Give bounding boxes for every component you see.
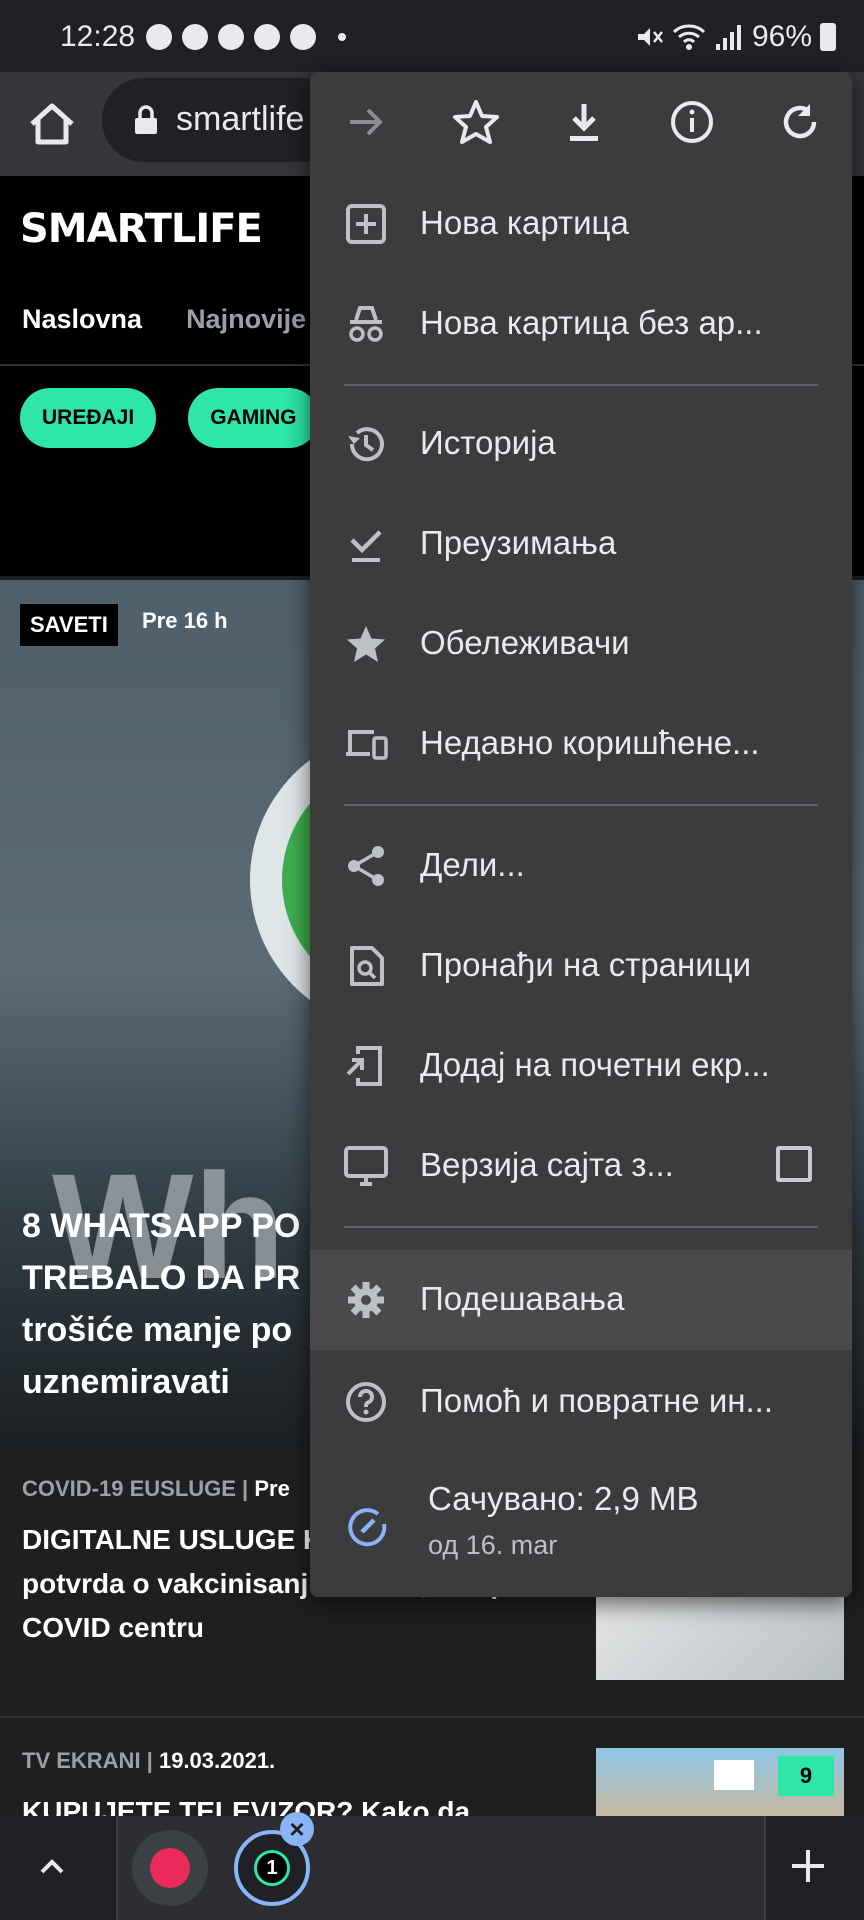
menu-divider [344, 1226, 818, 1228]
share-icon [348, 846, 384, 886]
status-time: 12:28 [60, 20, 136, 53]
site-logo[interactable]: SMARTLIFE [20, 206, 263, 252]
gallery-count: 9 [778, 1756, 834, 1796]
url-text: smartlife [176, 100, 305, 138]
find-in-page-icon [350, 946, 384, 986]
menu-item-label: Верзија сајта з... [420, 1146, 674, 1183]
refresh-icon[interactable] [774, 96, 826, 148]
menu-item-recent-tabs[interactable]: Недавно коришћене... [310, 694, 852, 794]
battery-icon [820, 23, 836, 51]
downloads-icon [350, 530, 382, 562]
more-notifications-icon [338, 33, 346, 41]
category-badge[interactable]: SAVETI [20, 604, 118, 646]
overflow-menu: Нова картица Нова картица без ар... Исто… [310, 72, 852, 1597]
desktop-site-checkbox[interactable] [776, 1146, 812, 1182]
menu-item-label: Помоћ и повратне ин... [420, 1382, 773, 1419]
category-pills: UREĐAJI GAMING [20, 388, 319, 448]
chrome-icon [182, 24, 208, 50]
site-favicon-icon [150, 1848, 190, 1888]
menu-item-label: Подешавања [420, 1280, 625, 1317]
desktop-icon [344, 1146, 388, 1186]
menu-item-incognito-tab[interactable]: Нова картица без ар... [310, 274, 852, 374]
menu-item-settings[interactable]: Подешавања [310, 1250, 852, 1350]
history-icon [348, 427, 384, 462]
help-icon [346, 1382, 386, 1422]
menu-item-label: Обележивачи [420, 624, 630, 661]
chrome-icon [290, 24, 316, 50]
signal-icon [715, 25, 741, 50]
home-icon[interactable] [22, 94, 82, 154]
tab-strip: 1 × [116, 1812, 766, 1920]
article-meta: COVID-19 EUSLUGE | Pre [22, 1476, 290, 1501]
forward-icon[interactable] [340, 96, 392, 148]
notification-icons [146, 24, 346, 50]
menu-item-label: Пронађи на страници [420, 946, 752, 983]
system-status: 96% [634, 20, 836, 54]
download-icon[interactable] [558, 96, 610, 148]
article-thumbnail[interactable]: 9 [596, 1748, 844, 1816]
chrome-icon [218, 24, 244, 50]
menu-item-label: Историја [420, 424, 556, 461]
new-tab-icon [346, 204, 386, 244]
battery-percent: 96% [751, 20, 812, 53]
star-icon[interactable] [450, 96, 502, 148]
devices-icon [346, 730, 388, 760]
bottom-tab-bar: 1 × [0, 1812, 864, 1920]
bookmark-star-icon [347, 626, 385, 662]
menu-item-label: Додај на почетни екр... [420, 1046, 770, 1083]
mute-icon [637, 28, 663, 46]
article-category[interactable]: TV EKRANI [22, 1748, 141, 1773]
pill-gaming[interactable]: GAMING [188, 388, 319, 448]
menu-item-label: Нова картица без ар... [420, 304, 763, 341]
tab-favicon[interactable] [132, 1830, 208, 1906]
menu-divider [344, 384, 818, 386]
menu-item-label: Преузимања [420, 524, 617, 561]
menu-item-label: Недавно коришћене... [420, 724, 760, 761]
menu-item-help[interactable]: Помоћ и повратне ин... [310, 1352, 852, 1452]
hero-time: Pre 16 h [142, 608, 228, 633]
article-date: 19.03.2021. [158, 1748, 276, 1773]
gear-icon [348, 1282, 384, 1318]
incognito-icon [349, 306, 383, 342]
info-icon[interactable] [666, 96, 718, 148]
camera-icon [714, 1760, 754, 1790]
data-saved-amount: Сачувано: 2,9 MB [428, 1480, 699, 1517]
menu-item-desktop-site[interactable]: Верзија сајта з... [310, 1116, 852, 1216]
messenger-icon [146, 24, 172, 50]
menu-item-downloads[interactable]: Преузимања [310, 494, 852, 594]
data-saved-since: од 16. mar [428, 1530, 558, 1560]
article-item[interactable]: TV EKRANI | 19.03.2021. KUPUJETE TELEVIZ… [0, 1716, 864, 1816]
menu-item-add-to-home[interactable]: Додај на почетни екр... [310, 1016, 852, 1116]
pill-uredjaji[interactable]: UREĐAJI [20, 388, 157, 448]
nav-item-najnovije[interactable]: Najnovije [186, 304, 306, 335]
status-bar: 12:28 96% [0, 0, 864, 72]
menu-item-label: Нова картица [420, 204, 629, 241]
menu-icon-row [310, 72, 852, 172]
chevron-up-icon[interactable] [30, 1846, 74, 1890]
article-date: Pre [254, 1476, 290, 1501]
nav-item-naslovna[interactable]: Naslovna [22, 304, 142, 335]
menu-item-share[interactable]: Дели... [310, 816, 852, 916]
menu-item-data-saved[interactable]: Сачувано: 2,9 MB од 16. mar [310, 1464, 852, 1584]
smartlife-favicon-icon: 1 [254, 1850, 290, 1886]
menu-item-label: Дели... [420, 846, 525, 883]
article-category[interactable]: COVID-19 EUSLUGE [22, 1476, 236, 1501]
chrome-icon [254, 24, 280, 50]
data-saver-icon [348, 1508, 387, 1547]
new-tab-plus-icon[interactable] [782, 1840, 834, 1892]
lock-icon [135, 105, 157, 134]
close-tab-icon[interactable]: × [280, 1812, 314, 1846]
wifi-icon [672, 24, 706, 50]
menu-item-find-in-page[interactable]: Пронађи на страници [310, 916, 852, 1016]
menu-item-bookmarks[interactable]: Обележивачи [310, 594, 852, 694]
article-meta: TV EKRANI | 19.03.2021. [22, 1748, 276, 1773]
add-to-home-icon [346, 1046, 382, 1086]
menu-item-new-tab[interactable]: Нова картица [310, 174, 852, 274]
site-nav: Naslovna Najnovije [22, 304, 306, 335]
menu-divider [344, 804, 818, 806]
menu-item-history[interactable]: Историја [310, 394, 852, 494]
